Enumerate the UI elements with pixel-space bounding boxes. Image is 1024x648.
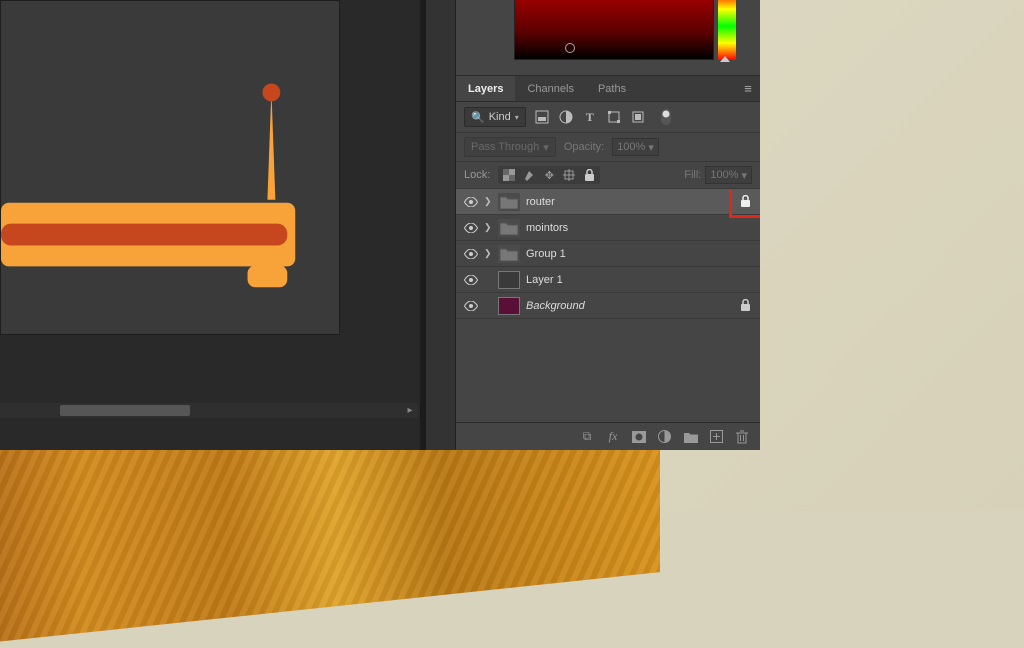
layer-filter-toolbar: 🔍 Kind ▾ T — [456, 102, 760, 133]
visibility-toggle-icon[interactable] — [464, 197, 478, 207]
lock-pixels-icon[interactable] — [522, 168, 536, 182]
lock-artboard-icon[interactable] — [562, 168, 576, 182]
tab-layers[interactable]: Layers — [456, 76, 515, 101]
panel-menu-icon[interactable]: ≡ — [736, 76, 760, 101]
color-cursor[interactable] — [565, 43, 575, 53]
new-layer-icon[interactable] — [710, 430, 724, 443]
layer-name[interactable]: Background — [526, 300, 732, 312]
layer-row-background[interactable]: ❯ Background — [456, 293, 760, 319]
layer-name[interactable]: Layer 1 — [526, 274, 752, 286]
layers-list: ❯ router ❯ — [456, 189, 760, 422]
filter-smartobject-icon[interactable] — [630, 109, 646, 125]
canvas-area: ▸ — [0, 0, 420, 450]
new-group-icon[interactable] — [684, 431, 698, 443]
color-picker-panel[interactable] — [456, 0, 760, 76]
fill-input[interactable]: 100% ▾ — [705, 166, 752, 184]
layer-row-layer1[interactable]: ❯ Layer 1 — [456, 267, 760, 293]
folder-icon — [498, 193, 520, 211]
visibility-toggle-icon[interactable] — [464, 301, 478, 311]
folder-icon — [498, 219, 520, 237]
chevron-down-icon: ▾ — [648, 141, 654, 154]
lock-label: Lock: — [464, 169, 490, 181]
application-window: ▸ Layers Channels Paths ≡ 🔍 Kind — [0, 0, 760, 450]
layer-row-mointors[interactable]: ❯ mointors — [456, 215, 760, 241]
layer-thumbnail[interactable] — [498, 271, 520, 289]
filter-kind-dropdown[interactable]: 🔍 Kind ▾ — [464, 107, 526, 127]
layer-row-router[interactable]: ❯ router — [456, 189, 760, 215]
disclosure-icon[interactable]: ❯ — [484, 248, 492, 259]
router-artwork — [1, 1, 339, 334]
layer-name[interactable]: Group 1 — [526, 248, 752, 260]
blend-mode-dropdown[interactable]: Pass Through ▾ — [464, 137, 556, 157]
lock-icon[interactable] — [738, 195, 752, 209]
filter-pixel-icon[interactable] — [534, 109, 550, 125]
fill-label: Fill: — [684, 169, 701, 181]
tab-paths[interactable]: Paths — [586, 76, 638, 101]
disclosure-icon[interactable]: ❯ — [484, 196, 492, 207]
filter-shape-icon[interactable] — [606, 109, 622, 125]
layers-bottom-toolbar: ⧉ fx — [456, 422, 760, 450]
filter-type-icon[interactable]: T — [582, 109, 598, 125]
opacity-label: Opacity: — [564, 141, 604, 153]
adjustment-layer-icon[interactable] — [658, 430, 672, 443]
lock-icon[interactable] — [738, 299, 752, 313]
chevron-down-icon: ▾ — [515, 113, 519, 122]
link-layers-icon[interactable]: ⧉ — [580, 429, 594, 444]
layer-row-group1[interactable]: ❯ Group 1 — [456, 241, 760, 267]
opacity-input[interactable]: 100% ▾ — [612, 138, 659, 156]
visibility-toggle-icon[interactable] — [464, 249, 478, 259]
disclosure-icon[interactable]: ❯ — [484, 222, 492, 233]
horizontal-scrollbar[interactable]: ▸ — [0, 403, 418, 418]
panel-tabs: Layers Channels Paths ≡ — [456, 76, 760, 102]
layer-effects-icon[interactable]: fx — [606, 429, 620, 444]
layer-name[interactable]: router — [526, 196, 732, 208]
fill-value: 100% — [710, 169, 738, 181]
visibility-toggle-icon[interactable] — [464, 223, 478, 233]
lock-position-icon[interactable]: ✥ — [542, 168, 556, 182]
scrollbar-thumb[interactable] — [60, 405, 190, 416]
tab-channels[interactable]: Channels — [515, 76, 585, 101]
filter-kind-label: Kind — [489, 111, 511, 123]
opacity-value: 100% — [617, 141, 645, 153]
document-canvas[interactable] — [0, 0, 340, 335]
delete-layer-icon[interactable] — [736, 430, 750, 444]
blend-mode-value: Pass Through — [471, 141, 539, 153]
scrollbar-arrow-right[interactable]: ▸ — [404, 405, 416, 417]
chevron-down-icon: ▾ — [543, 141, 549, 154]
folder-icon — [498, 245, 520, 263]
color-field[interactable] — [514, 0, 714, 60]
lock-transparency-icon[interactable] — [502, 168, 516, 182]
chevron-down-icon: ▾ — [741, 169, 747, 182]
layer-thumbnail[interactable] — [498, 297, 520, 315]
layer-name[interactable]: mointors — [526, 222, 752, 234]
right-panel: Layers Channels Paths ≡ 🔍 Kind ▾ T — [425, 0, 760, 450]
visibility-toggle-icon[interactable] — [464, 275, 478, 285]
hue-slider[interactable] — [718, 0, 736, 60]
lock-all-icon[interactable] — [582, 168, 596, 182]
layer-mask-icon[interactable] — [632, 431, 646, 443]
panel-gutter — [426, 0, 456, 450]
filter-toggle-switch[interactable] — [658, 109, 674, 125]
lock-icon-group: ✥ — [498, 166, 600, 184]
lock-row: Lock: ✥ Fill: — [456, 162, 760, 189]
blend-opacity-row: Pass Through ▾ Opacity: 100% ▾ — [456, 133, 760, 162]
filter-adjustment-icon[interactable] — [558, 109, 574, 125]
search-icon: 🔍 — [471, 111, 485, 124]
